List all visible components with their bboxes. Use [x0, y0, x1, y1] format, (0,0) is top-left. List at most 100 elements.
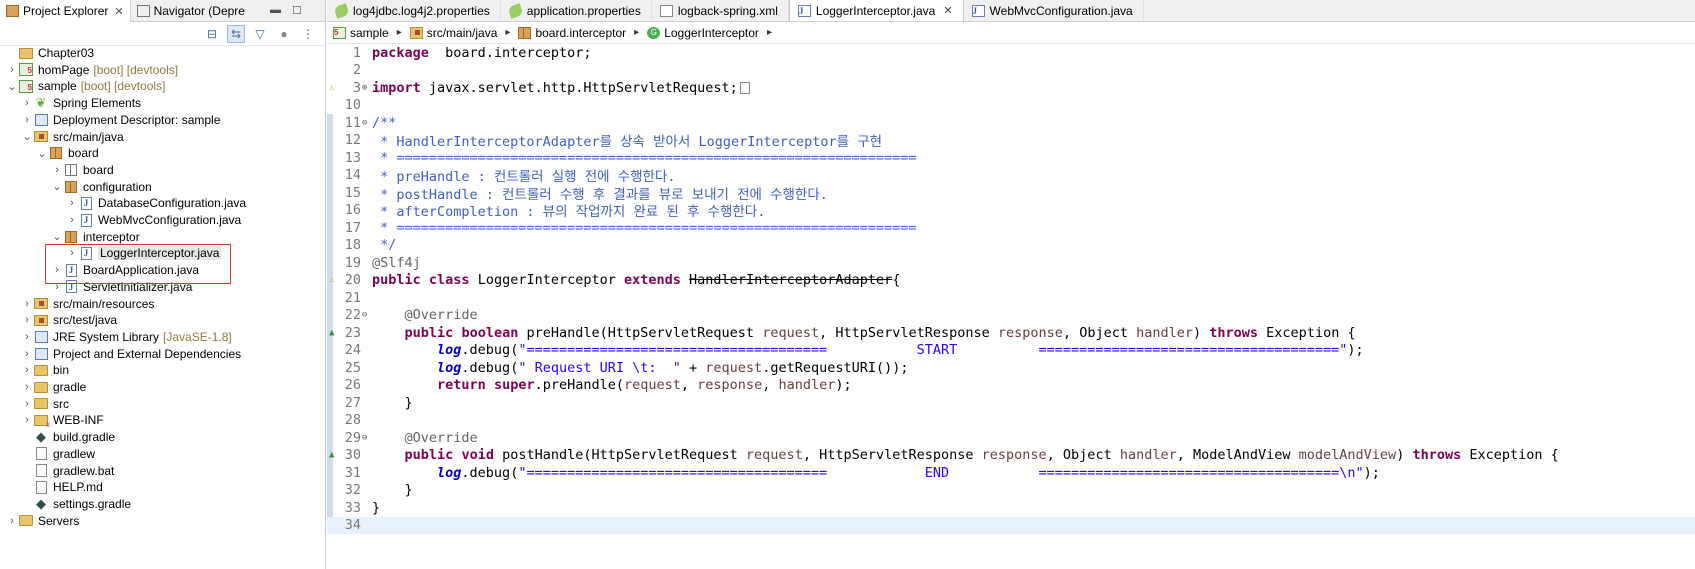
- code-token: }: [372, 394, 413, 411]
- chevron-right-icon[interactable]: ›: [21, 398, 33, 410]
- tree-item[interactable]: ◆ settings.gradle: [21, 495, 131, 513]
- tree-item[interactable]: gradlew: [21, 445, 95, 463]
- tree-item[interactable]: › Servers: [6, 512, 79, 530]
- chevron-right-icon[interactable]: ›: [21, 114, 33, 126]
- chevron-right-icon[interactable]: ›: [21, 331, 33, 343]
- tree-item[interactable]: ⌄ board: [36, 144, 98, 162]
- tree-item[interactable]: › 5 homPage [boot] [devtools]: [6, 61, 178, 79]
- collapse-fold-icon[interactable]: ⊖: [362, 310, 367, 320]
- expand-fold-icon[interactable]: ⊕: [362, 83, 367, 93]
- chevron-down-icon[interactable]: ⌄: [21, 130, 33, 143]
- close-icon[interactable]: ✕: [943, 4, 952, 17]
- tree-item[interactable]: › Deployment Descriptor: sample: [21, 111, 220, 129]
- chevron-right-icon[interactable]: ›: [6, 515, 18, 527]
- close-icon[interactable]: ✕: [114, 5, 123, 18]
- code-line: 27 }: [327, 394, 1695, 412]
- tree-item[interactable]: › WEB-INF: [21, 411, 104, 429]
- breadcrumb-label: LoggerInterceptor: [664, 25, 759, 40]
- link-with-editor-icon[interactable]: ⇆: [227, 24, 245, 43]
- editor-tab[interactable]: logback-spring.xml: [652, 0, 789, 21]
- chevron-down-icon[interactable]: ⌄: [6, 80, 18, 93]
- chevron-right-icon[interactable]: ▸: [634, 27, 639, 38]
- tree-item[interactable]: ⌄ configuration: [51, 178, 151, 196]
- tree-item[interactable]: › src: [21, 395, 69, 413]
- tree-item[interactable]: › JRE System Library [JavaSE-1.8]: [21, 328, 232, 346]
- breadcrumb-item[interactable]: board.interceptor: [518, 26, 626, 40]
- tree-item[interactable]: › J DatabaseConfiguration.java: [66, 194, 246, 212]
- override-marker-icon[interactable]: ▲: [329, 450, 334, 460]
- code-token: {: [892, 272, 901, 289]
- code-text: @Slf4j: [372, 255, 421, 271]
- chevron-right-icon[interactable]: ›: [66, 214, 78, 226]
- maximize-icon[interactable]: ☐: [292, 4, 302, 17]
- editor-tab[interactable]: J LoggerInterceptor.java ✕: [788, 0, 964, 21]
- tree-item[interactable]: › bin: [21, 361, 69, 379]
- tree-item[interactable]: ◆ build.gradle: [21, 428, 115, 446]
- collapse-fold-icon[interactable]: ⊖: [362, 433, 367, 443]
- tree-item[interactable]: › Project and External Dependencies: [21, 345, 241, 363]
- minimize-icon[interactable]: ▬: [270, 4, 281, 16]
- collapse-all-icon[interactable]: ⊟: [203, 25, 221, 43]
- chevron-right-icon[interactable]: ›: [6, 64, 18, 76]
- line-number: 22: [344, 307, 361, 324]
- chevron-right-icon[interactable]: ›: [21, 97, 33, 109]
- tree-item[interactable]: ⌄ 5 sample [boot] [devtools]: [6, 77, 165, 95]
- filter-icon[interactable]: ▽: [251, 25, 269, 43]
- tree-item[interactable]: gradlew.bat: [21, 462, 114, 480]
- xml-file-icon: [659, 4, 673, 17]
- code-token: public: [372, 272, 421, 289]
- breadcrumb-item[interactable]: src/main/java: [409, 26, 497, 40]
- chevron-right-icon[interactable]: ›: [21, 348, 33, 360]
- breadcrumb-item[interactable]: 5 sample: [333, 26, 389, 40]
- tab-project-explorer[interactable]: Project Explorer ✕: [0, 0, 131, 22]
- chevron-right-icon[interactable]: ▸: [767, 27, 772, 38]
- chevron-right-icon[interactable]: ▸: [397, 27, 402, 38]
- line-number: 16: [344, 202, 361, 219]
- tree-item[interactable]: › gradle: [21, 378, 86, 396]
- chevron-right-icon[interactable]: ›: [51, 164, 63, 176]
- tree-item[interactable]: ⌄ interceptor: [51, 228, 139, 246]
- chevron-right-icon[interactable]: ›: [21, 381, 33, 393]
- chevron-right-icon[interactable]: ›: [21, 414, 33, 426]
- code-token: response: [697, 377, 763, 394]
- tree-item[interactable]: HELP.md: [21, 478, 103, 496]
- tree-item-label: Project and External Dependencies: [53, 346, 242, 361]
- chevron-right-icon[interactable]: ›: [66, 197, 78, 209]
- chevron-right-icon[interactable]: ›: [21, 364, 33, 376]
- editor-tab[interactable]: application.properties: [501, 0, 652, 21]
- chevron-right-icon[interactable]: ›: [21, 314, 33, 326]
- tree-item[interactable]: › ❦ Spring Elements: [21, 94, 141, 112]
- tree-item[interactable]: Chapter03: [6, 44, 94, 62]
- chevron-right-icon[interactable]: ▸: [505, 27, 510, 38]
- collapse-fold-icon[interactable]: ⊖: [362, 118, 367, 128]
- folded-import-marker[interactable]: □: [739, 81, 750, 94]
- tree-item[interactable]: › J WebMvcConfiguration.java: [66, 211, 241, 229]
- chevron-down-icon[interactable]: ⌄: [36, 147, 48, 160]
- breadcrumb-item[interactable]: G LoggerInterceptor: [647, 26, 759, 40]
- working-set-icon[interactable]: ●: [275, 25, 293, 43]
- chevron-down-icon[interactable]: ⌄: [51, 180, 63, 193]
- chevron-down-icon[interactable]: ⌄: [51, 230, 63, 243]
- tree-item[interactable]: › src/test/java: [21, 311, 117, 329]
- tree-item[interactable]: ⌄ src/main/java: [21, 128, 123, 146]
- code-token: modelAndView: [1298, 447, 1397, 464]
- warning-icon[interactable]: ⚠: [329, 275, 334, 285]
- tree-item[interactable]: › src/main/resources: [21, 295, 154, 313]
- code-token: );: [1347, 342, 1364, 359]
- tree-item[interactable]: › board: [51, 161, 114, 179]
- line-number: 34: [344, 517, 361, 534]
- override-marker-icon[interactable]: ▲: [329, 328, 334, 338]
- editor-tab[interactable]: log4jdbc.log4j2.properties: [327, 0, 501, 21]
- tree-item-label: DatabaseConfiguration.java: [98, 196, 247, 211]
- code-token: handler: [1136, 324, 1193, 341]
- view-menu-icon[interactable]: ⋮: [299, 25, 317, 43]
- code-view[interactable]: 1 package board.interceptor; 2 ⚠ 3 ⊕ import ja…: [327, 44, 1695, 569]
- editor-tab[interactable]: J WebMvcConfiguration.java: [964, 0, 1144, 21]
- chevron-right-icon[interactable]: ›: [21, 298, 33, 310]
- warning-icon[interactable]: ⚠: [329, 83, 334, 93]
- tab-navigator[interactable]: Navigator (Depre: [131, 0, 251, 22]
- editor-tab-label: application.properties: [526, 3, 641, 18]
